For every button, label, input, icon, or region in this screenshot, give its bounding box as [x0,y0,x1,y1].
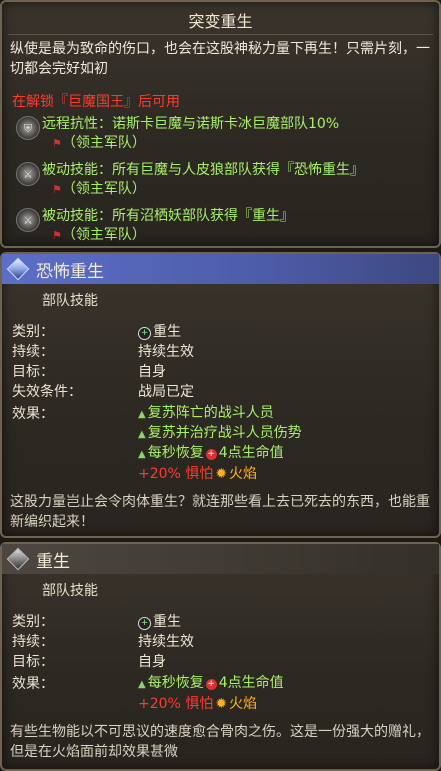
skill-name: 重生 [36,551,70,572]
health-icon: + [205,679,217,690]
stat-row-category: 类别： + 重生 [12,614,181,630]
lord-army-note: ⚑（领主军队） [52,227,146,243]
effect-line-ranged-resist: ⛨ 远程抗性：诺斯卡巨魔与诺斯卡冰巨魔部队10% ⚑（领主军队） [2,115,439,153]
health-icon: + [205,449,217,460]
stat-row-effects: 效果： ▲ 每秒恢复 +4点生命值 +20% 惧怕 ✹ 火焰 [12,675,284,712]
tooltip-title: 突变重生 [8,2,433,35]
crossed-swords-icon: ⚔ [16,162,40,186]
skill-flavor-text: 这股力量岂止会令肉体重生？就连那些看上去已死去的东西，也能重新编织起来！ [10,494,430,530]
unlock-requirement: 在解锁『巨魔国王』后可用 [12,94,180,110]
fire-icon: ✹ [215,696,228,712]
skill-header: 恐怖重生 [2,254,439,284]
stat-row-duration: 持续： 持续生效 [12,634,194,650]
regen-plus-icon: + [138,327,151,340]
regen-plus-icon: + [138,617,151,630]
fire-icon: ✹ [215,466,228,482]
effect-line-passive-2: ⚔ 被动技能：所有沼栖妖部队获得『重生』 ⚑（领主军队） [2,207,439,245]
crossed-swords-icon: ⚔ [16,208,40,232]
shield-icon: ⛨ [16,116,40,140]
skill-card-terror-regen: 恐怖重生 部队技能 类别： + 重生 持续： 持续生效 目标： 自身 失效条件： 战局已… [0,252,441,538]
lord-army-note: ⚑（领主军队） [52,181,146,197]
skill-header: 重生 [2,544,439,574]
tech-tooltip: 突变重生 纵使是最为致命的伤口，也会在这股神秘力量下再生！只需片刻，一切都会完好… [0,0,441,248]
stat-row-expire: 失效条件： 战局已定 [12,384,194,400]
skill-name: 恐怖重生 [36,261,104,282]
lord-army-note: ⚑（领主军队） [52,135,146,151]
stat-row-target: 目标： 自身 [12,654,166,670]
stat-row-duration: 持续： 持续生效 [12,344,194,360]
skill-diamond-icon [6,547,30,571]
tooltip-description: 纵使是最为致命的伤口，也会在这股神秘力量下再生！只需片刻，一切都会完好如初 [10,41,430,77]
skill-diamond-icon [6,257,30,281]
skill-flavor-text: 有些生物能以不可思议的速度愈合骨肉之伤。这是一份强大的赠礼，但是在火焰面前却效果… [10,724,430,760]
skill-type: 部队技能 [42,583,98,599]
stat-row-target: 目标： 自身 [12,364,166,380]
stat-row-effects: 效果： ▲ 复苏阵亡的战斗人员 ▲ 复苏并治疗战斗人员伤势 ▲ 每秒恢复 +4点生命值 … [12,405,302,482]
skill-card-regen: 重生 部队技能 类别： + 重生 持续： 持续生效 目标： 自身 效果： ▲ 每秒恢复 +… [0,542,441,771]
skill-type: 部队技能 [42,293,98,309]
effect-line-passive-1: ⚔ 被动技能：所有巨魔与人皮狼部队获得『恐怖重生』 ⚑（领主军队） [2,161,439,199]
stat-row-category: 类别： + 重生 [12,324,181,340]
